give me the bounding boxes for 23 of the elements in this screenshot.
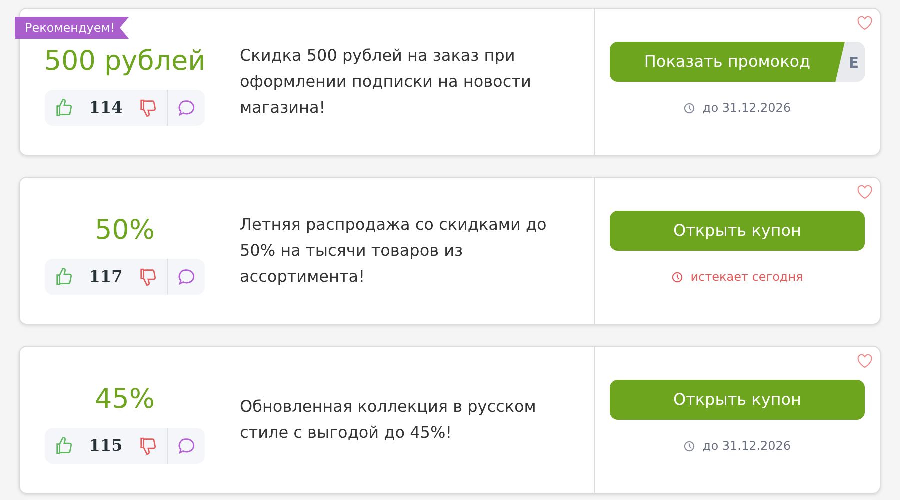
vote-count: 115 [88, 435, 124, 457]
show-promo-button[interactable]: Показать промокод E [610, 42, 865, 82]
expiry-date: до 31.12.2026 [702, 438, 792, 455]
open-coupon-button[interactable]: Открыть купон [610, 380, 865, 420]
clock-icon [684, 102, 695, 114]
expiry-date: истекает сегодня [690, 269, 804, 286]
code-preview: E [848, 53, 859, 74]
offer-description: Скидка 500 рублей на заказ при оформлении подписки на новости магазина! [240, 45, 532, 119]
discount-amount: 50% [94, 215, 155, 247]
heart-icon[interactable] [857, 185, 873, 200]
vote-count: 117 [88, 266, 124, 288]
offer-description: Обновленная коллекция в русском стиле с выгодой до 45%! [240, 396, 538, 444]
heart-icon[interactable] [857, 16, 873, 31]
discount-amount: 500 рублей [44, 46, 206, 78]
expiry-date: до 31.12.2026 [702, 100, 792, 117]
heart-icon[interactable] [857, 354, 873, 369]
vote-count: 114 [88, 97, 124, 119]
recommended-ribbon: Рекомендуем! [15, 17, 130, 39]
discount-amount: 45% [94, 384, 155, 416]
clock-icon [684, 440, 695, 452]
offer-description: Летняя распродажа со скидками до 50% на тысячи товаров из ассортимента! [240, 214, 548, 288]
open-coupon-button[interactable]: Открыть купон [610, 211, 865, 251]
clock-icon [672, 272, 683, 282]
